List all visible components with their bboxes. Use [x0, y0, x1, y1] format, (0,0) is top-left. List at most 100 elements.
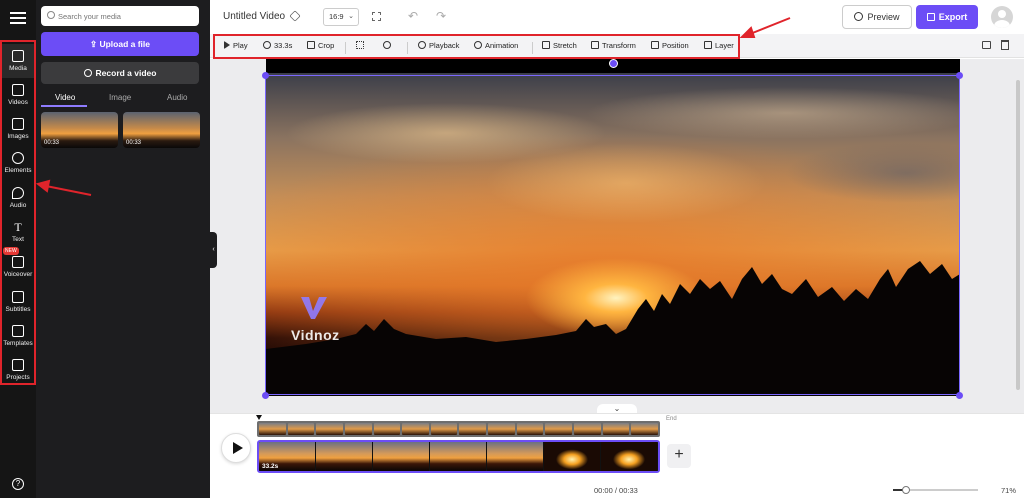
- timeline-play-button[interactable]: [221, 433, 251, 463]
- stretch-button[interactable]: Stretch: [542, 41, 577, 50]
- animation-label: Animation: [485, 41, 519, 50]
- transform-icon: [591, 41, 599, 49]
- upload-file-button[interactable]: ⇪ Upload a file: [41, 32, 199, 56]
- position-button[interactable]: Position: [651, 41, 689, 50]
- rail-item-subtitles[interactable]: Subtitles: [2, 285, 34, 319]
- rotate-handle[interactable]: [609, 59, 618, 68]
- help-circle-icon[interactable]: ?: [12, 478, 24, 490]
- tree-silhouette: [266, 261, 960, 396]
- shapes-icon: [12, 152, 24, 164]
- search-box: [41, 6, 199, 26]
- music-note-icon: [12, 187, 24, 199]
- toolbar-divider: [407, 42, 408, 54]
- play-label: Play: [233, 41, 248, 50]
- rail-item-label: Voiceover: [3, 271, 33, 278]
- layers-icon: [704, 41, 712, 49]
- add-clip-button[interactable]: +: [667, 444, 691, 468]
- rail-item-videos[interactable]: Videos: [2, 78, 34, 112]
- rail-item-media[interactable]: Media: [2, 44, 34, 78]
- playback-button[interactable]: Playback: [418, 41, 459, 50]
- preview-label: Preview: [867, 12, 900, 22]
- layer-button[interactable]: Layer: [704, 41, 734, 50]
- overview-filmstrip[interactable]: [257, 421, 660, 437]
- transform-label: Transform: [602, 41, 636, 50]
- crop-button[interactable]: Crop: [307, 41, 334, 50]
- layer-label: Layer: [715, 41, 734, 50]
- trim-button[interactable]: 33.3s: [263, 41, 292, 50]
- thumbnail-duration: 00:33: [126, 140, 142, 146]
- trim-label: 33.3s: [274, 41, 293, 50]
- rail-item-audio[interactable]: Audio: [2, 181, 34, 215]
- rail-item-label: Text: [12, 236, 24, 243]
- media-thumbnail[interactable]: 00:33: [41, 112, 118, 148]
- rail-item-label: Media: [9, 65, 27, 72]
- pencil-icon[interactable]: [289, 10, 301, 22]
- folder-icon: [12, 359, 24, 371]
- trash-icon[interactable]: [1001, 40, 1009, 50]
- resize-handle[interactable]: [956, 72, 963, 79]
- resize-handle[interactable]: [956, 392, 963, 399]
- zoom-slider-knob[interactable]: [901, 486, 910, 494]
- rail-item-label: Elements: [4, 167, 32, 174]
- opacity-button[interactable]: [356, 41, 367, 50]
- scissors-icon: [263, 41, 271, 49]
- clouds: [266, 73, 960, 233]
- text-t-icon: T: [14, 220, 22, 234]
- hamburger-menu-icon[interactable]: [9, 10, 27, 26]
- vertical-scrollbar[interactable]: [1016, 80, 1020, 390]
- rail-menu-group: Media Videos Images Elements Audio T Tex…: [0, 40, 36, 385]
- rail-item-voiceover[interactable]: NEW Voiceover: [2, 247, 34, 284]
- filters-button[interactable]: [383, 41, 394, 50]
- media-tabs: Video Image Audio: [41, 90, 199, 107]
- checkerboard-icon: [356, 41, 364, 49]
- export-label: Export: [938, 12, 968, 22]
- play-box-icon: [12, 84, 24, 96]
- resize-handle[interactable]: [262, 392, 269, 399]
- rail-item-label: Projects: [6, 374, 30, 381]
- rail-item-projects[interactable]: Projects: [2, 353, 34, 387]
- stretch-label: Stretch: [553, 41, 577, 50]
- transform-button[interactable]: Transform: [591, 41, 636, 50]
- video-clip-track[interactable]: [257, 440, 660, 473]
- left-rail: Media Videos Images Elements Audio T Tex…: [0, 0, 36, 498]
- tab-audio[interactable]: Audio: [167, 93, 187, 102]
- playhead[interactable]: [256, 415, 262, 420]
- redo-icon[interactable]: ↷: [436, 9, 446, 23]
- project-title[interactable]: Untitled Video: [223, 11, 285, 22]
- rail-item-label: Videos: [8, 99, 28, 106]
- move-icon: [651, 41, 659, 49]
- preview-button[interactable]: Preview: [842, 5, 912, 29]
- zoom-slider[interactable]: [893, 486, 978, 494]
- rail-item-text[interactable]: T Text: [2, 215, 34, 249]
- avatar[interactable]: [991, 6, 1013, 28]
- fullscreen-icon[interactable]: [372, 12, 381, 21]
- playback-icon: [418, 41, 426, 49]
- toolbar-divider: [345, 42, 346, 54]
- voiceover-icon: [12, 256, 24, 268]
- record-icon: [83, 69, 92, 77]
- media-thumbnail[interactable]: 00:33: [123, 112, 200, 148]
- rail-item-templates[interactable]: Templates: [2, 319, 34, 353]
- animation-button[interactable]: Animation: [474, 41, 518, 50]
- tab-video[interactable]: Video: [55, 93, 75, 102]
- rail-item-elements[interactable]: Elements: [2, 146, 34, 180]
- crop-label: Crop: [318, 41, 335, 50]
- lock-icon[interactable]: [982, 41, 991, 49]
- edit-toolbar: Play 33.3s Crop Playback Animation Stret…: [213, 34, 740, 59]
- play-button[interactable]: Play: [224, 41, 248, 50]
- resize-handle[interactable]: [262, 72, 269, 79]
- undo-icon[interactable]: ↶: [408, 9, 418, 23]
- aspect-ratio-select[interactable]: 16:9 ⌄: [323, 8, 359, 26]
- video-preview[interactable]: Vidnoz: [266, 59, 960, 396]
- rail-item-images[interactable]: Images: [2, 112, 34, 146]
- search-input[interactable]: [58, 8, 193, 24]
- position-label: Position: [662, 41, 689, 50]
- collapse-panel-button[interactable]: ‹: [210, 232, 217, 268]
- image-icon: [12, 118, 24, 130]
- plus-box-icon: [12, 50, 24, 62]
- media-panel: ⇪ Upload a file Record a video Video Ima…: [36, 0, 210, 498]
- export-button[interactable]: Export: [916, 5, 978, 29]
- record-video-button[interactable]: Record a video: [41, 62, 199, 84]
- video-editor-app: Media Videos Images Elements Audio T Tex…: [0, 0, 1024, 498]
- tab-image[interactable]: Image: [109, 93, 131, 102]
